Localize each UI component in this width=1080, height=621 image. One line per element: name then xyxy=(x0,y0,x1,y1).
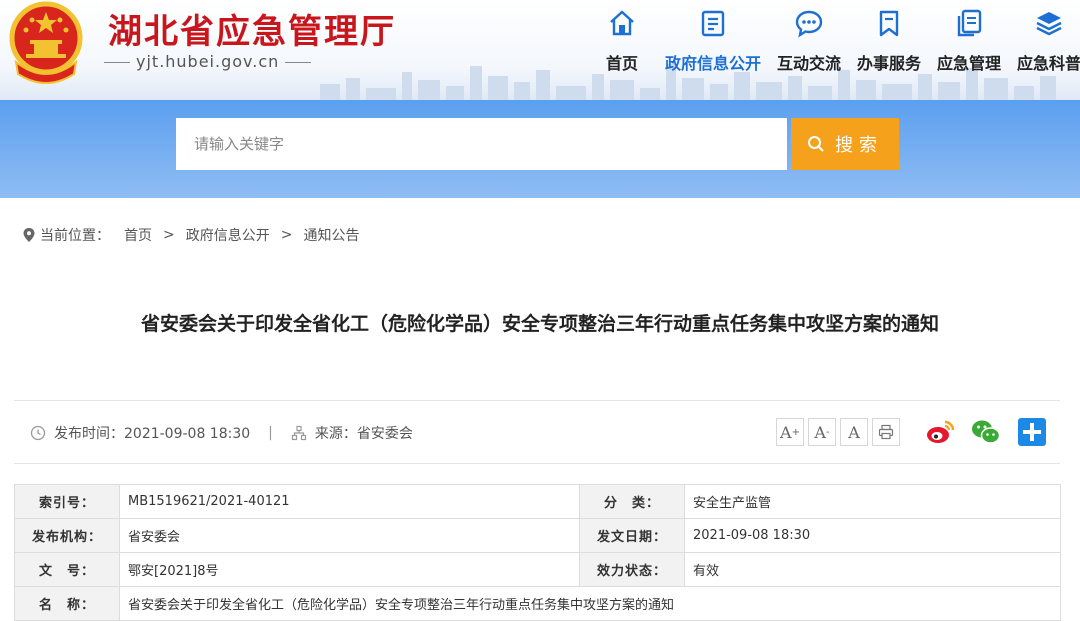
nav-label: 办事服务 xyxy=(856,54,921,73)
print-icon xyxy=(878,424,894,440)
breadcrumb-separator: > xyxy=(280,227,293,243)
table-row: 文 号： 鄂安[2021]8号 效力状态： 有效 xyxy=(14,552,1061,587)
doc-no-value: 鄂安[2021]8号 xyxy=(119,552,580,587)
index-no-label: 索引号： xyxy=(14,484,120,519)
publish-time: 发布时间：2021-09-08 18:30 xyxy=(54,426,251,442)
font-normal-button[interactable]: A xyxy=(840,418,868,446)
nav-label: 首页 xyxy=(605,54,638,73)
font-decrease-button[interactable]: A- xyxy=(808,418,836,446)
meta-divider: | xyxy=(268,425,273,441)
article-meta-bar: 发布时间：2021-09-08 18:30 | 来源：省安委会 A + A- A xyxy=(14,400,1060,464)
category-label: 分 类： xyxy=(579,484,685,519)
chat-icon xyxy=(795,10,823,38)
more-share-icon[interactable] xyxy=(1016,416,1048,448)
home-icon xyxy=(610,10,634,36)
article-meta: 发布时间：2021-09-08 18:30 | 来源：省安委会 xyxy=(30,423,413,443)
name-value: 省安委会关于印发全省化工（危险化学品）安全专项整治三年行动重点任务集中攻坚方案的… xyxy=(119,586,1061,621)
name-label: 名 称： xyxy=(14,586,120,621)
breadcrumb-separator: > xyxy=(163,227,175,243)
print-button[interactable] xyxy=(872,418,900,446)
category-value: 安全生产监管 xyxy=(684,484,1061,519)
nav-label: 政府信息公开 xyxy=(664,54,761,73)
nav-item-interaction[interactable]: 互动交流 xyxy=(772,0,846,100)
breadcrumb-home[interactable]: 首页 xyxy=(124,225,152,245)
files-icon xyxy=(957,9,982,37)
article-tools: A + A- A xyxy=(776,416,1048,448)
nav-item-emergency-mgmt[interactable]: 应急管理 xyxy=(932,0,1006,100)
table-row: 名 称： 省安委会关于印发全省化工（危险化学品）安全专项整治三年行动重点任务集中… xyxy=(14,586,1061,621)
issue-date-label: 发文日期： xyxy=(579,518,685,553)
clock-icon xyxy=(30,425,46,441)
issuer-value: 省安委会 xyxy=(119,518,580,553)
breadcrumb-notices[interactable]: 通知公告 xyxy=(303,225,359,245)
document-icon xyxy=(701,10,725,37)
search-input[interactable] xyxy=(176,118,787,170)
nav-label: 互动交流 xyxy=(776,54,841,73)
layers-icon xyxy=(1036,12,1062,36)
nav-item-emergency-science[interactable]: 应急科普 xyxy=(1012,0,1080,100)
search-button[interactable]: 搜索 xyxy=(791,118,899,170)
issue-date-value: 2021-09-08 18:30 xyxy=(684,518,1061,553)
breadcrumb: 当前位置： 首页 > 政府信息公开 > 通知公告 xyxy=(22,225,359,245)
weibo-share-icon[interactable] xyxy=(924,416,956,448)
site-domain: yjt.hubei.gov.cn xyxy=(103,52,312,71)
breadcrumb-prefix: 当前位置： xyxy=(40,228,110,244)
document-info-table: 索引号： MB1519621/2021-40121 分 类： 安全生产监管 发布… xyxy=(14,484,1061,621)
nav-label: 应急管理 xyxy=(936,54,1001,73)
font-increase-button[interactable]: A + xyxy=(776,418,804,446)
index-no-value: MB1519621/2021-40121 xyxy=(119,484,580,519)
doc-no-label: 文 号： xyxy=(14,552,120,587)
status-label: 效力状态： xyxy=(579,552,685,587)
breadcrumb-gov-info[interactable]: 政府信息公开 xyxy=(186,225,270,245)
search-band: 搜索 xyxy=(0,100,1080,198)
national-emblem-logo xyxy=(9,1,83,84)
nav-item-home[interactable]: 首页 xyxy=(594,0,650,100)
article-source: 来源：省安委会 xyxy=(314,426,413,442)
sitemap-icon xyxy=(291,425,306,441)
site-title: 湖北省应急管理厅 xyxy=(108,12,396,52)
issuer-label: 发布机构： xyxy=(14,518,120,553)
nav-item-gov-info[interactable]: 政府信息公开 xyxy=(656,0,770,100)
nav-label: 应急科普 xyxy=(1016,54,1080,73)
article-title: 省安委会关于印发全省化工（危险化学品）安全专项整治三年行动重点任务集中攻坚方案的… xyxy=(140,313,939,335)
wechat-share-icon[interactable] xyxy=(970,416,1002,448)
table-row: 发布机构： 省安委会 发文日期： 2021-09-08 18:30 xyxy=(14,518,1061,553)
site-header: 湖北省应急管理厅 yjt.hubei.gov.cn 首页 政府信息公开 互动交流… xyxy=(0,0,1080,100)
main-nav: 首页 政府信息公开 互动交流 办事服务 应急管理 应急科普 xyxy=(594,0,1080,100)
location-pin-icon xyxy=(23,228,35,242)
search-icon xyxy=(808,136,824,152)
search-button-label: 搜索 xyxy=(835,135,883,156)
status-value: 有效 xyxy=(684,552,1061,587)
bookmark-icon xyxy=(879,10,899,37)
nav-item-services[interactable]: 办事服务 xyxy=(852,0,926,100)
table-row: 索引号： MB1519621/2021-40121 分 类： 安全生产监管 xyxy=(14,484,1061,519)
